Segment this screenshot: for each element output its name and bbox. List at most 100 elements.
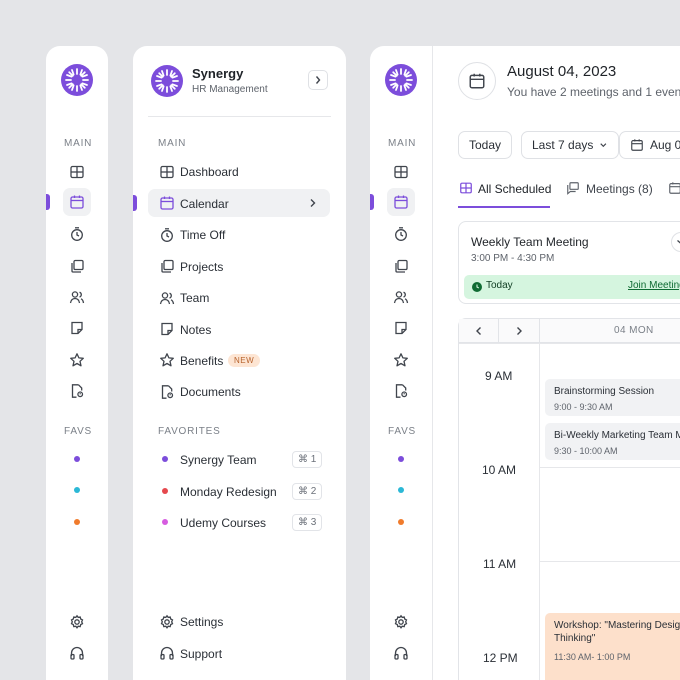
dashboard-icon[interactable] [393, 164, 409, 180]
star-icon[interactable] [393, 352, 409, 368]
calendar-nav-highlight[interactable] [148, 189, 330, 217]
range-select[interactable]: Last 7 days [521, 131, 619, 159]
star-icon[interactable] [69, 352, 85, 368]
projects-icon [159, 258, 175, 274]
new-badge: NEW [228, 354, 261, 367]
header-divider [148, 116, 331, 117]
stopwatch-icon[interactable] [69, 226, 85, 242]
meeting-time: 3:00 PM - 4:30 PM [471, 253, 555, 264]
calendar-icon [159, 195, 175, 211]
team-icon[interactable] [69, 289, 85, 305]
fav-dot-2[interactable] [398, 487, 404, 493]
document-icon[interactable] [69, 383, 85, 399]
prev-day-button[interactable] [459, 319, 499, 343]
sidebar-item-dashboard[interactable]: Dashboard [180, 165, 239, 179]
shortcut-badge: ⌘ 1 [292, 451, 323, 468]
projects-icon[interactable] [393, 258, 409, 274]
range-select-value: Last 7 days [532, 138, 594, 152]
projects-icon[interactable] [69, 258, 85, 274]
event-title-line-2: Thinking" [554, 633, 596, 644]
favorite-monday-redesign[interactable]: Monday Redesign [180, 485, 277, 499]
meeting-collapse-button[interactable] [671, 232, 680, 252]
day-column-header: 04 MON [614, 325, 654, 336]
org-subtitle: HR Management [192, 84, 268, 95]
main-heading: MAIN [158, 138, 187, 149]
favorite-udemy-courses[interactable]: Udemy Courses [180, 516, 266, 530]
fav-dot-1[interactable] [398, 456, 404, 462]
fav-dot-1[interactable] [74, 456, 80, 462]
shortcut-badge: ⌘ 3 [292, 514, 323, 531]
sidebar-item-time-off[interactable]: Time Off [180, 228, 225, 242]
event-title-line-1: Workshop: "Mastering Design [554, 620, 680, 631]
meeting-status: Today [486, 280, 513, 291]
favorite-dot-synergy-team [162, 456, 168, 462]
calendar-event[interactable]: Brainstorming Session 9:00 - 9:30 AM [545, 379, 680, 416]
calendar-icon[interactable] [69, 194, 85, 210]
calendar-event[interactable]: Workshop: "Mastering Design Thinking" 11… [545, 613, 680, 680]
gear-icon[interactable] [69, 614, 85, 630]
grid-icon [460, 182, 472, 194]
tab-meetings[interactable]: Meetings (8) [566, 180, 662, 208]
team-icon [159, 290, 175, 306]
chevron-down-icon [677, 240, 680, 244]
calendar-icon[interactable] [393, 194, 409, 210]
next-day-button[interactable] [499, 319, 540, 343]
time-label-12pm: 12 PM [483, 651, 518, 665]
chevron-right-icon [315, 76, 321, 84]
gear-icon[interactable] [393, 614, 409, 630]
notes-icon[interactable] [393, 320, 409, 336]
clock-icon [472, 282, 482, 292]
join-meeting-link[interactable]: Join Meeting [628, 280, 680, 291]
calendar-grid: 04 MON 9 AM 10 AM 11 AM 12 PM Brainstorm… [458, 318, 680, 680]
fav-dot-3[interactable] [398, 519, 404, 525]
sidebar-item-calendar[interactable]: Calendar [180, 197, 229, 211]
sidebar-item-notes[interactable]: Notes [180, 323, 211, 337]
tab-all-scheduled[interactable]: All Scheduled [458, 180, 551, 208]
hour-line [539, 467, 680, 468]
sidebar-item-settings[interactable]: Settings [180, 615, 223, 629]
notes-icon[interactable] [69, 320, 85, 336]
sidebar-item-support[interactable]: Support [180, 647, 222, 661]
synergy-logo[interactable] [61, 64, 93, 96]
meeting-card[interactable]: Weekly Team Meeting 3:00 PM - 4:30 PM To… [458, 221, 680, 304]
time-column-divider [539, 343, 540, 680]
fav-dot-2[interactable] [74, 487, 80, 493]
stopwatch-icon[interactable] [393, 226, 409, 242]
sidebar-item-projects[interactable]: Projects [180, 260, 223, 274]
event-time: 11:30 AM- 1:00 PM [554, 652, 631, 662]
document-icon[interactable] [393, 383, 409, 399]
tab-meetings-label: Meetings (8) [586, 182, 653, 196]
synergy-logo[interactable] [151, 65, 183, 97]
expand-sidebar-button[interactable] [308, 70, 328, 90]
synergy-logo[interactable] [385, 64, 417, 96]
document-icon [159, 384, 175, 400]
calendar-icon[interactable] [668, 181, 680, 195]
favorite-dot-monday-redesign [162, 488, 168, 494]
fav-dot-3[interactable] [74, 519, 80, 525]
page-title: August 04, 2023 [507, 63, 617, 80]
headphones-icon[interactable] [393, 645, 409, 661]
time-label-11am: 11 AM [483, 557, 517, 571]
favorite-dot-udemy-courses [162, 519, 168, 525]
headphones-icon [159, 645, 175, 661]
today-button[interactable]: Today [458, 131, 513, 159]
sidebar-item-documents[interactable]: Documents [180, 385, 241, 399]
time-label-9am: 9 AM [485, 369, 513, 383]
main-heading: MAIN [64, 138, 93, 149]
org-name: Synergy [192, 66, 244, 81]
team-icon[interactable] [393, 289, 409, 305]
chevron-down-icon [600, 143, 607, 148]
sidebar-item-team[interactable]: Team [180, 291, 209, 305]
calendar-event[interactable]: Bi-Weekly Marketing Team Meeting 9:30 - … [545, 423, 680, 460]
calendar-app-window: MAIN FAVS August 04, 2023 You have 2 mee… [370, 46, 680, 680]
calendar-icon [631, 139, 643, 151]
sidebar-item-benefits[interactable]: Benefits [180, 354, 223, 368]
chat-icon [567, 182, 579, 195]
favorite-synergy-team[interactable]: Synergy Team [180, 453, 256, 467]
headphones-icon[interactable] [69, 645, 85, 661]
date-picker[interactable]: Aug 04 [619, 131, 680, 159]
dashboard-icon[interactable] [69, 164, 85, 180]
shortcut-badge: ⌘ 2 [292, 483, 323, 500]
star-icon [159, 352, 175, 368]
date-picker-value: Aug 04 [650, 138, 680, 152]
